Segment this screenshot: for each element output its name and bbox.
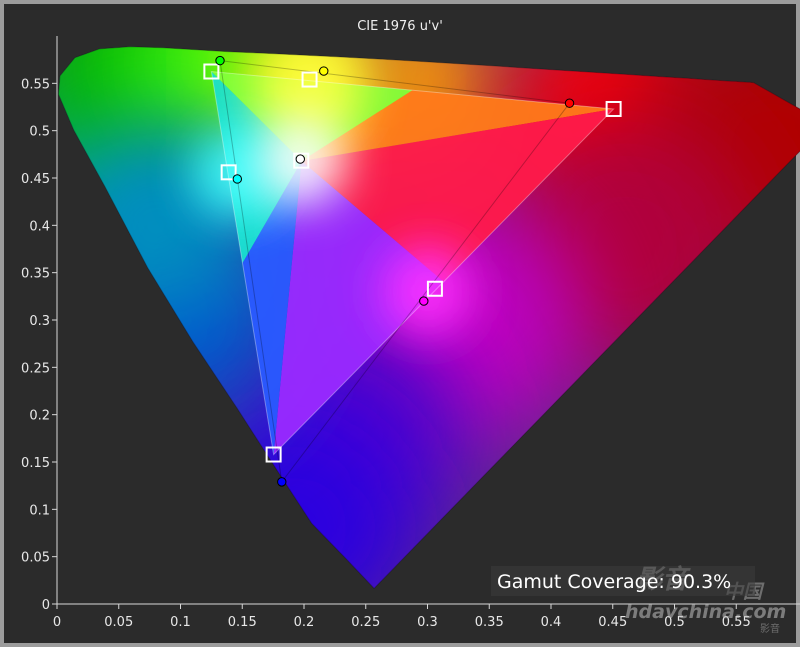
y-tick-label: 0.45 (21, 172, 50, 187)
y-tick-label: 0 (42, 598, 50, 613)
y-tick-label: 0.15 (21, 456, 50, 471)
cie-chart: CIE 1976 u'v' 0 0.05 0.1 0.15 0.2 0.25 0.3 0.35… (21, 19, 800, 635)
y-tick-label: 0.25 (21, 361, 50, 376)
y-tick-label: 0.3 (29, 314, 50, 329)
gamut-coverage-annotation: Gamut Coverage: 90.3% (491, 566, 755, 596)
y-tick-label: 0.5 (29, 125, 50, 140)
x-tick-label: 0.1 (170, 615, 191, 630)
measured-marker (232, 174, 243, 184)
y-tick-label: 0.1 (29, 503, 50, 518)
chart-title: CIE 1976 u'v' (357, 19, 443, 34)
y-tick-label: 0.4 (29, 219, 50, 234)
measured-marker (319, 66, 329, 76)
measured-marker (419, 296, 429, 306)
y-tick-label: 0.05 (21, 551, 50, 566)
watermark-corner: 影音 (760, 622, 780, 635)
y-axis-ticks: 0 0.05 0.1 0.15 0.2 0.25 0.3 0.35 0.4 0.45 0.5 0.55 (21, 77, 57, 613)
x-tick-label: 0.05 (104, 615, 133, 630)
x-tick-label: 0.45 (598, 615, 627, 630)
y-tick-label: 0.2 (29, 409, 50, 424)
x-tick-label: 0.15 (228, 615, 257, 630)
x-tick-label: 0.2 (294, 615, 315, 630)
spectral-locus-fill (58, 46, 800, 589)
measured-marker (564, 98, 575, 108)
measured-marker (215, 55, 225, 66)
gamut-coverage-label: Gamut Coverage: 90.3% (497, 571, 731, 593)
watermark-site: hdavchina.com (625, 601, 786, 623)
x-tick-label: 0.25 (351, 615, 380, 630)
x-tick-label: 0.4 (541, 615, 562, 630)
measured-marker (277, 477, 287, 487)
y-tick-label: 0.35 (21, 267, 50, 282)
chromaticity-diagram (57, 46, 800, 590)
y-tick-label: 0.55 (21, 77, 50, 92)
x-tick-label: 0.35 (475, 615, 504, 630)
locus-color-blob (171, 408, 412, 589)
x-tick-label: 0 (53, 615, 61, 630)
x-tick-label: 0.3 (417, 615, 438, 630)
measured-marker (295, 154, 305, 164)
